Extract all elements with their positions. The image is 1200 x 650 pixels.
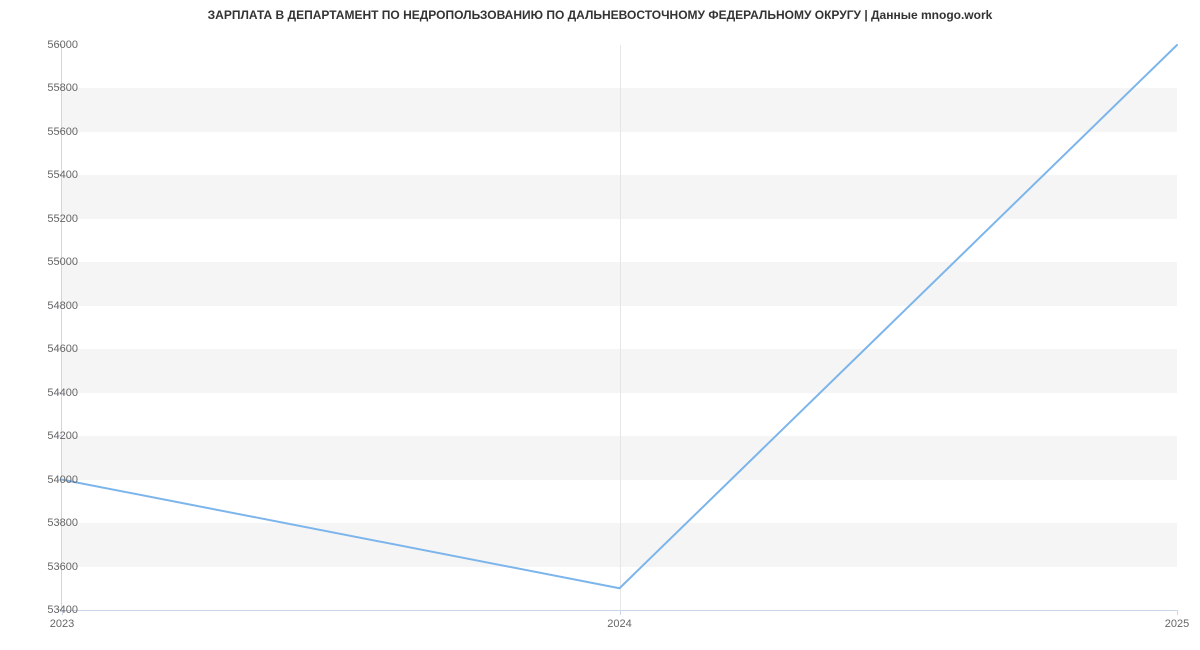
y-tick-label: 55000 [28, 256, 78, 268]
line-series [62, 45, 1177, 610]
y-tick-label: 55400 [28, 169, 78, 181]
y-tick-label: 56000 [28, 39, 78, 51]
y-tick-label: 55800 [28, 82, 78, 94]
x-tick-label: 2023 [50, 618, 74, 630]
y-tick-label: 54600 [28, 343, 78, 355]
x-tick [1177, 610, 1178, 615]
y-tick-label: 54000 [28, 474, 78, 486]
x-tick-label: 2025 [1165, 618, 1189, 630]
chart-title: ЗАРПЛАТА В ДЕПАРТАМЕНТ ПО НЕДРОПОЛЬЗОВАН… [0, 0, 1200, 32]
y-tick-label: 53400 [28, 604, 78, 616]
y-tick-label: 54200 [28, 430, 78, 442]
y-tick-label: 54800 [28, 300, 78, 312]
x-tick [620, 610, 621, 615]
x-tick-label: 2024 [607, 618, 631, 630]
y-tick-label: 55200 [28, 213, 78, 225]
y-tick-label: 53800 [28, 517, 78, 529]
y-tick-label: 55600 [28, 126, 78, 138]
chart-plot-area [62, 45, 1177, 610]
y-tick-label: 53600 [28, 561, 78, 573]
y-tick-label: 54400 [28, 387, 78, 399]
